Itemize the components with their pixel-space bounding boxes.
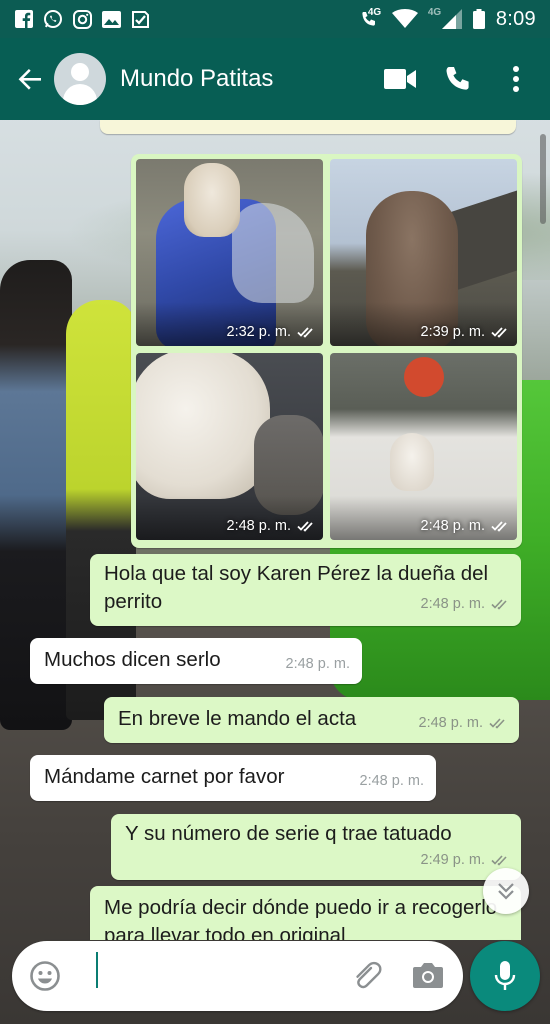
double-check-icon [489, 718, 505, 729]
message-meta: 2:48 p. m. [286, 650, 350, 678]
message-bubble-outgoing[interactable]: Hola que tal soy Karen Pérez la dueña de… [90, 554, 521, 626]
photo-dog-on-motorcycle[interactable]: 2:32 p. m. [136, 159, 323, 346]
notification-icons [14, 9, 150, 29]
message-text: Muchos dicen serlo [44, 648, 221, 671]
message-time: 2:48 p. m. [418, 715, 483, 731]
voice-message-button[interactable] [470, 941, 540, 1011]
message-time: 2:48 p. m. [359, 773, 424, 789]
network-label-volte: 4G [367, 7, 382, 18]
message-input[interactable] [77, 954, 349, 998]
mic-icon [494, 961, 516, 990]
message-text: En breve le mando el acta [118, 707, 357, 730]
photo-timestamp: 2:48 p. m. [227, 518, 315, 534]
message-bubble-outgoing[interactable]: Me podría decir dónde puedo ir a recoger… [90, 886, 521, 940]
double-check-icon [297, 327, 313, 338]
message-time: 2:48 p. m. [420, 596, 485, 612]
photo-grid: 2:32 p. m. 2:39 p. m. 2:48 p. m. 2:48 p.… [136, 159, 517, 540]
emoji-icon [29, 961, 60, 991]
double-check-icon [491, 599, 507, 610]
message-time: 2:49 p. m. [420, 852, 485, 868]
chat-header: Mundo Patitas [0, 38, 550, 120]
gallery-icon [101, 9, 121, 29]
message-time: 2:48 p. m. [285, 656, 350, 672]
photo-timestamp: 2:32 p. m. [227, 324, 315, 340]
message-meta: 2:48 p. m. [360, 767, 424, 795]
video-call-button[interactable] [376, 55, 424, 103]
message-bubble-incoming[interactable]: Mándame carnet por favor 2:48 p. m. [30, 755, 436, 801]
compose-box [12, 941, 463, 1011]
facebook-icon [14, 9, 34, 29]
message-text: Y su número de serie q trae tatuado [125, 822, 452, 845]
back-arrow-icon [18, 69, 41, 90]
network-label-data: 4G [427, 7, 442, 18]
photo-dog-under-bridge[interactable]: 2:39 p. m. [330, 159, 517, 346]
scroll-to-bottom-button[interactable] [483, 868, 529, 914]
clock: 8:09 [495, 7, 536, 30]
text-cursor [96, 952, 98, 988]
double-check-icon [491, 521, 507, 532]
contact-name[interactable]: Mundo Patitas [120, 65, 376, 93]
phone-icon [446, 67, 469, 90]
photo-timestamp: 2:48 p. m. [421, 518, 509, 534]
whatsapp-icon [43, 9, 63, 29]
avatar-placeholder-icon[interactable] [54, 53, 106, 105]
message-bubble-outgoing[interactable]: Y su número de serie q trae tatuado 2:49… [111, 814, 521, 880]
message-text: Mándame carnet por favor [44, 765, 285, 788]
photo-dog-closeup[interactable]: 2:48 p. m. [136, 353, 323, 540]
message-text: Me podría decir dónde puedo ir a recoger… [104, 896, 498, 940]
chat-scrollbar[interactable] [540, 134, 546, 224]
message-bubble-incoming[interactable]: Muchos dicen serlo 2:48 p. m. [30, 638, 362, 684]
double-check-icon [491, 855, 507, 866]
double-chevron-down-icon [498, 883, 514, 900]
double-check-icon [297, 521, 313, 532]
check-app-icon [130, 9, 150, 29]
more-options-button[interactable] [492, 55, 540, 103]
system-icons: 4G 4G 8:09 [356, 7, 536, 31]
double-check-icon [491, 327, 507, 338]
camera-icon [413, 963, 444, 988]
signal-icon: 4G [427, 7, 462, 29]
instagram-icon [72, 9, 92, 29]
message-meta: 2:48 p. m. [419, 709, 507, 737]
previous-message-fragment [100, 120, 516, 134]
photo-dog-on-tiles[interactable]: 2:48 p. m. [330, 353, 517, 540]
battery-icon [472, 9, 486, 29]
camera-button[interactable] [408, 954, 449, 998]
chat-messages[interactable]: 2:32 p. m. 2:39 p. m. 2:48 p. m. 2:48 p.… [0, 120, 550, 940]
photo-timestamp: 2:39 p. m. [421, 324, 509, 340]
back-button[interactable] [10, 59, 50, 99]
message-meta: 2:48 p. m. [421, 590, 509, 618]
more-vert-icon [513, 66, 519, 92]
call-4g-icon: 4G [356, 7, 382, 29]
status-bar: 4G 4G 8:09 [0, 0, 550, 38]
attach-icon [356, 961, 382, 989]
wifi-icon [391, 9, 418, 29]
attach-button[interactable] [349, 954, 390, 998]
compose-bar [0, 935, 550, 1024]
photo-album-bubble: 2:32 p. m. 2:39 p. m. 2:48 p. m. 2:48 p.… [131, 154, 522, 548]
message-bubble-outgoing[interactable]: En breve le mando el acta 2:48 p. m. [104, 697, 519, 743]
video-call-icon [384, 69, 416, 89]
voice-call-button[interactable] [434, 55, 482, 103]
emoji-button[interactable] [26, 956, 64, 996]
